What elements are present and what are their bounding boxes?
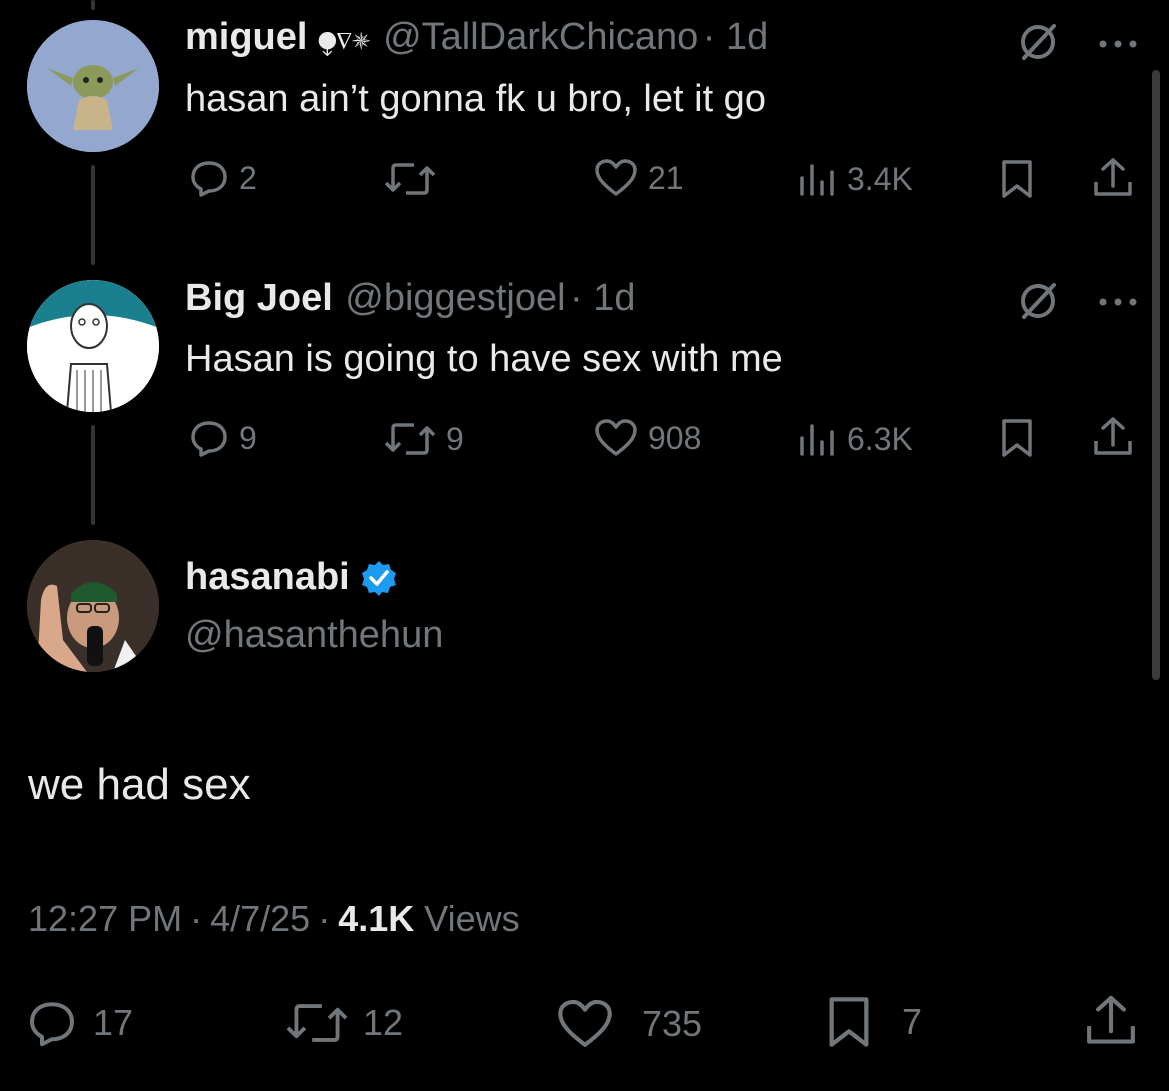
repost-button[interactable]: 12 [285, 1000, 403, 1046]
avatar-image [27, 20, 159, 152]
share-icon [1094, 417, 1132, 455]
heart-icon [595, 419, 637, 456]
share-button[interactable] [1092, 415, 1134, 459]
repost-icon [384, 163, 436, 195]
thread-line [91, 165, 95, 265]
like-button[interactable]: 21 [594, 158, 684, 198]
timestamp[interactable]: · 1d [570, 277, 635, 319]
repost-button[interactable]: 9 [384, 420, 464, 458]
reply-icon [30, 1002, 74, 1047]
display-name[interactable]: Big Joel [185, 277, 333, 319]
views-count: 3.4K [847, 160, 913, 197]
tweet-meta: 12:27 PM · 4/7/25 · 4.1K Views [28, 898, 520, 940]
like-count: 908 [648, 419, 702, 456]
thread-line [91, 425, 95, 525]
tweet-header: Big Joel @biggestjoel · 1d [185, 277, 635, 320]
username[interactable]: @biggestjoel [345, 277, 565, 319]
bookmark-icon [1002, 419, 1032, 457]
grok-icon[interactable] [1016, 20, 1060, 69]
avatar[interactable] [27, 540, 159, 672]
more-options-icon[interactable] [1098, 36, 1138, 54]
views-button[interactable]: 6.3K [797, 420, 913, 458]
bookmark-button[interactable] [1000, 417, 1034, 459]
share-button[interactable] [1092, 156, 1134, 200]
thread-line [91, 0, 95, 10]
grok-icon[interactable] [1016, 279, 1060, 328]
repost-count: 12 [363, 1002, 404, 1043]
share-button[interactable] [1084, 992, 1138, 1050]
bookmark-button[interactable]: 7 [826, 994, 922, 1050]
username[interactable]: @hasanthehun [185, 614, 443, 657]
reply-count: 2 [239, 159, 257, 196]
like-button[interactable]: 908 [594, 418, 701, 458]
views-count: 6.3K [847, 420, 913, 457]
avatar[interactable] [27, 20, 159, 152]
avatar[interactable] [27, 280, 159, 412]
views-count: 4.1K [338, 898, 415, 939]
like-count: 21 [648, 159, 684, 196]
reply-button[interactable]: 2 [189, 158, 257, 198]
repost-button[interactable] [384, 160, 446, 198]
reply-count: 9 [239, 419, 257, 456]
tweet-header: miguel ⧭∇✵ @TallDarkChicano · 1d [185, 16, 768, 59]
bookmark-count: 7 [902, 1001, 923, 1042]
repost-count: 9 [446, 420, 464, 457]
tweet-date[interactable]: 4/7/25 [210, 898, 310, 940]
reply-icon [191, 161, 227, 197]
repost-icon [286, 1004, 348, 1042]
tweet-text: Hasan is going to have sex with me [185, 338, 783, 380]
reply-icon [191, 421, 227, 457]
verified-badge-icon [361, 560, 396, 596]
views-icon [800, 424, 834, 456]
bookmark-icon [829, 997, 869, 1047]
username[interactable]: @TallDarkChicano [383, 16, 698, 58]
reply-count: 17 [93, 1002, 134, 1043]
scrollbar[interactable] [1152, 70, 1160, 680]
profile-badges: ⧭∇✵ [317, 28, 371, 55]
repost-icon [384, 423, 436, 455]
views-button[interactable]: 3.4K [797, 160, 913, 198]
tweet-text: hasan ain’t gonna fk u bro, let it go [185, 78, 766, 120]
share-icon [1094, 158, 1132, 196]
author-name-row: hasanabi [185, 556, 398, 599]
display-name[interactable]: miguel [185, 16, 307, 58]
tweet-time[interactable]: 12:27 PM [28, 898, 182, 940]
more-options-icon[interactable] [1098, 294, 1138, 312]
heart-icon [595, 159, 637, 196]
like-button[interactable]: 735 [556, 998, 702, 1050]
reply-button[interactable]: 17 [27, 998, 133, 1048]
bookmark-icon [1002, 160, 1032, 198]
timestamp[interactable]: · 1d [703, 16, 768, 58]
reply-button[interactable]: 9 [189, 418, 257, 458]
heart-icon [558, 999, 612, 1047]
share-icon [1087, 995, 1135, 1044]
like-count: 735 [642, 1003, 703, 1044]
display-name[interactable]: hasanabi [185, 556, 350, 599]
views-label: Views [424, 898, 520, 939]
avatar-image [27, 540, 159, 672]
avatar-image [27, 280, 159, 412]
tweet-text: we had sex [28, 760, 251, 809]
bookmark-button[interactable] [1000, 158, 1034, 200]
views-icon [800, 164, 834, 196]
